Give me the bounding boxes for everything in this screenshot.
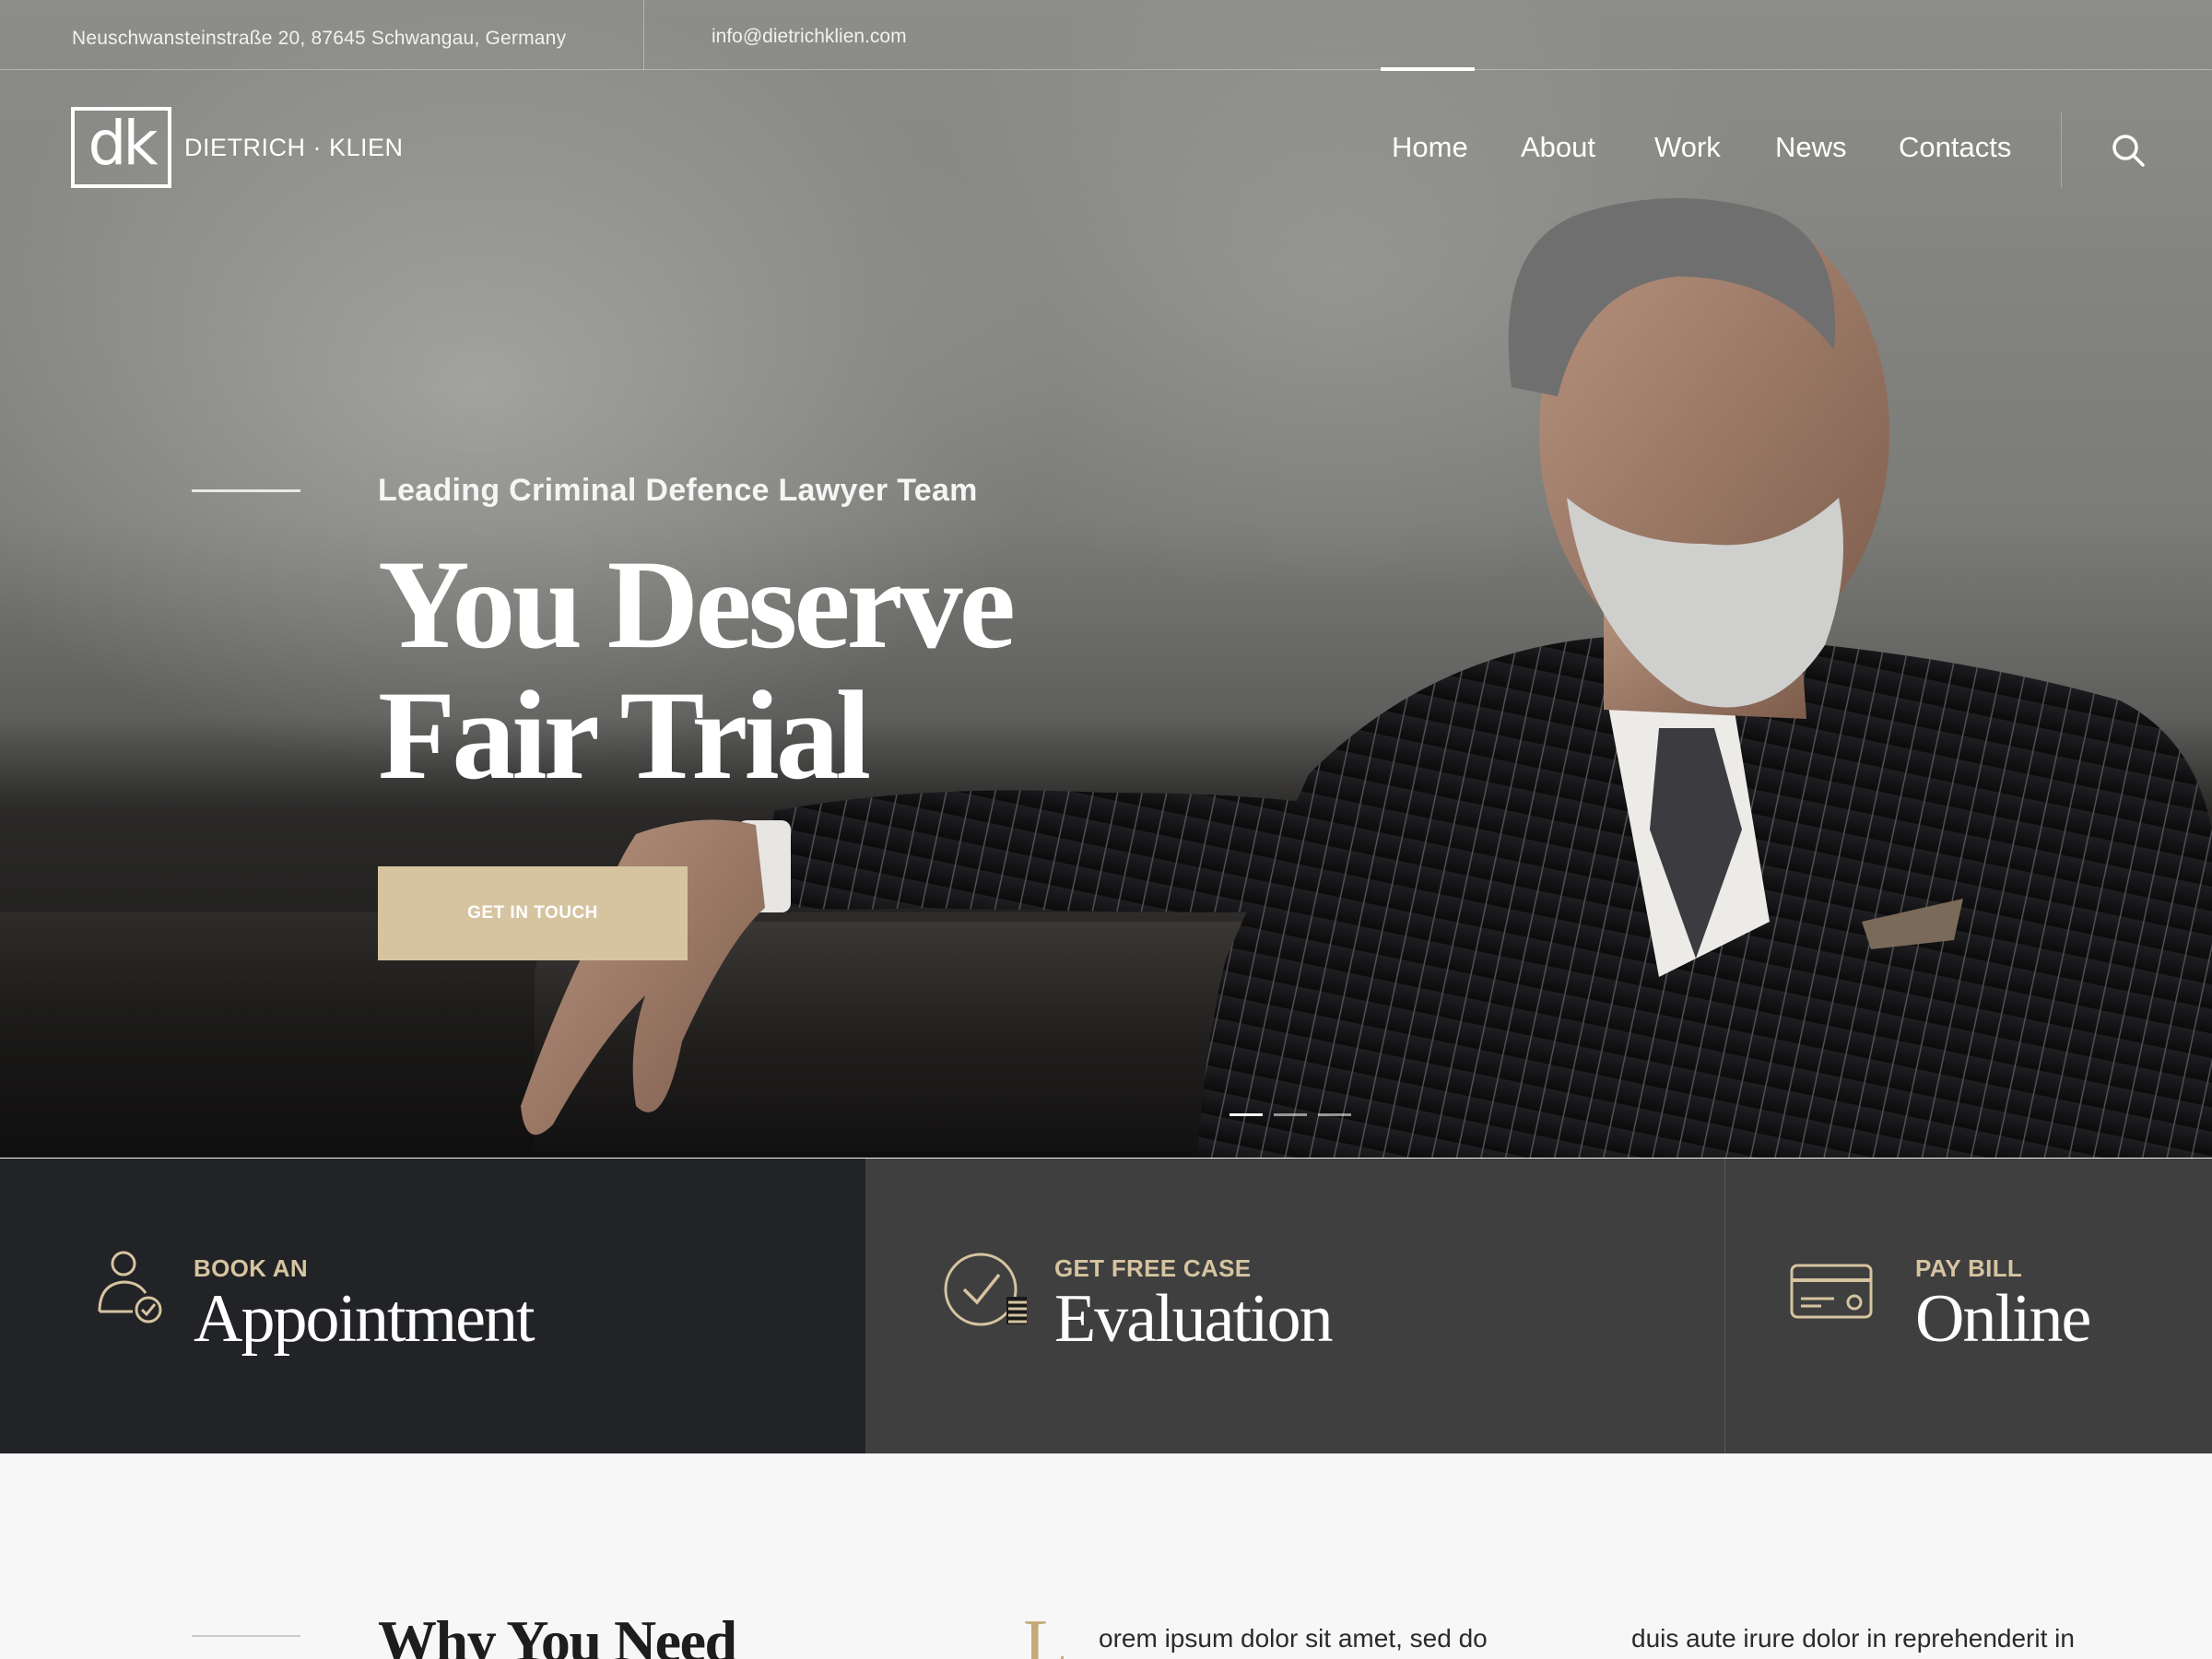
feature-label-big: Online [1915,1281,2091,1357]
feature-pay-bill-online[interactable]: PAY BILL Online [1725,1159,2212,1453]
feature-free-case-evaluation[interactable]: GET FREE CASE Evaluation [866,1159,1725,1453]
section-accent-line [192,1635,300,1637]
search-button[interactable] [2111,133,2146,168]
logo-mark: dk [71,107,171,188]
nav-item-home[interactable]: Home [1392,131,1468,164]
section-title: Why You Need [378,1608,737,1659]
top-info-bar: Neuschwansteinstraße 20, 87645 Schwangau… [0,0,2212,70]
site-logo[interactable]: dk DIETRICH · KLIEN [71,107,404,188]
feature-label-small: BOOK AN [194,1254,308,1282]
feature-book-appointment[interactable]: BOOK AN Appointment [0,1159,866,1453]
feature-label-big: Evaluation [1054,1281,1334,1357]
hero-title-line-2: Fair Trial [378,665,871,806]
why-section: Why You Need L orem ipsum dolor sit amet… [0,1453,2212,1659]
body-text-col-1: orem ipsum dolor sit amet, sed do [1099,1624,1488,1653]
hero-subtitle: Leading Criminal Defence Lawyer Team [378,473,978,508]
feature-label-small: PAY BILL [1915,1254,2023,1282]
get-in-touch-button[interactable]: GET IN TOUCH [378,866,688,960]
email-link[interactable]: info@dietrichklien.com [712,26,907,48]
nav-item-news[interactable]: News [1775,131,1847,164]
slide-dot-1[interactable] [1230,1113,1263,1116]
checklist-icon [944,1253,1027,1326]
feature-label-small: GET FREE CASE [1054,1254,1252,1282]
topbar-divider [643,0,644,70]
user-check-icon [98,1251,162,1324]
hero-accent-line [192,489,300,492]
hero-title: You Deserve Fair Trial [378,539,1134,801]
dropcap-letter: L [1023,1606,1068,1659]
nav-item-about[interactable]: About [1521,131,1595,164]
slide-dot-2[interactable] [1274,1113,1307,1116]
slide-dot-3[interactable] [1318,1113,1351,1116]
body-text-col-2: duis aute irure dolor in reprehenderit i… [1631,1624,2075,1653]
slider-dots [1230,1113,1351,1116]
address-text: Neuschwansteinstraße 20, 87645 Schwangau… [72,28,567,49]
nav-item-contacts[interactable]: Contacts [1899,131,2011,164]
credit-card-icon [1790,1264,1873,1319]
logo-name: DIETRICH · KLIEN [184,133,404,161]
nav-item-work[interactable]: Work [1654,131,1721,164]
search-icon [2112,135,2145,167]
nav-separator [2061,112,2062,188]
feature-strip: BOOK AN Appointment GET FREE CASE Evalua… [0,1158,2212,1453]
nav-active-indicator [1381,67,1475,71]
feature-label-big: Appointment [194,1281,535,1357]
hero-title-line-1: You Deserve [378,534,1016,675]
